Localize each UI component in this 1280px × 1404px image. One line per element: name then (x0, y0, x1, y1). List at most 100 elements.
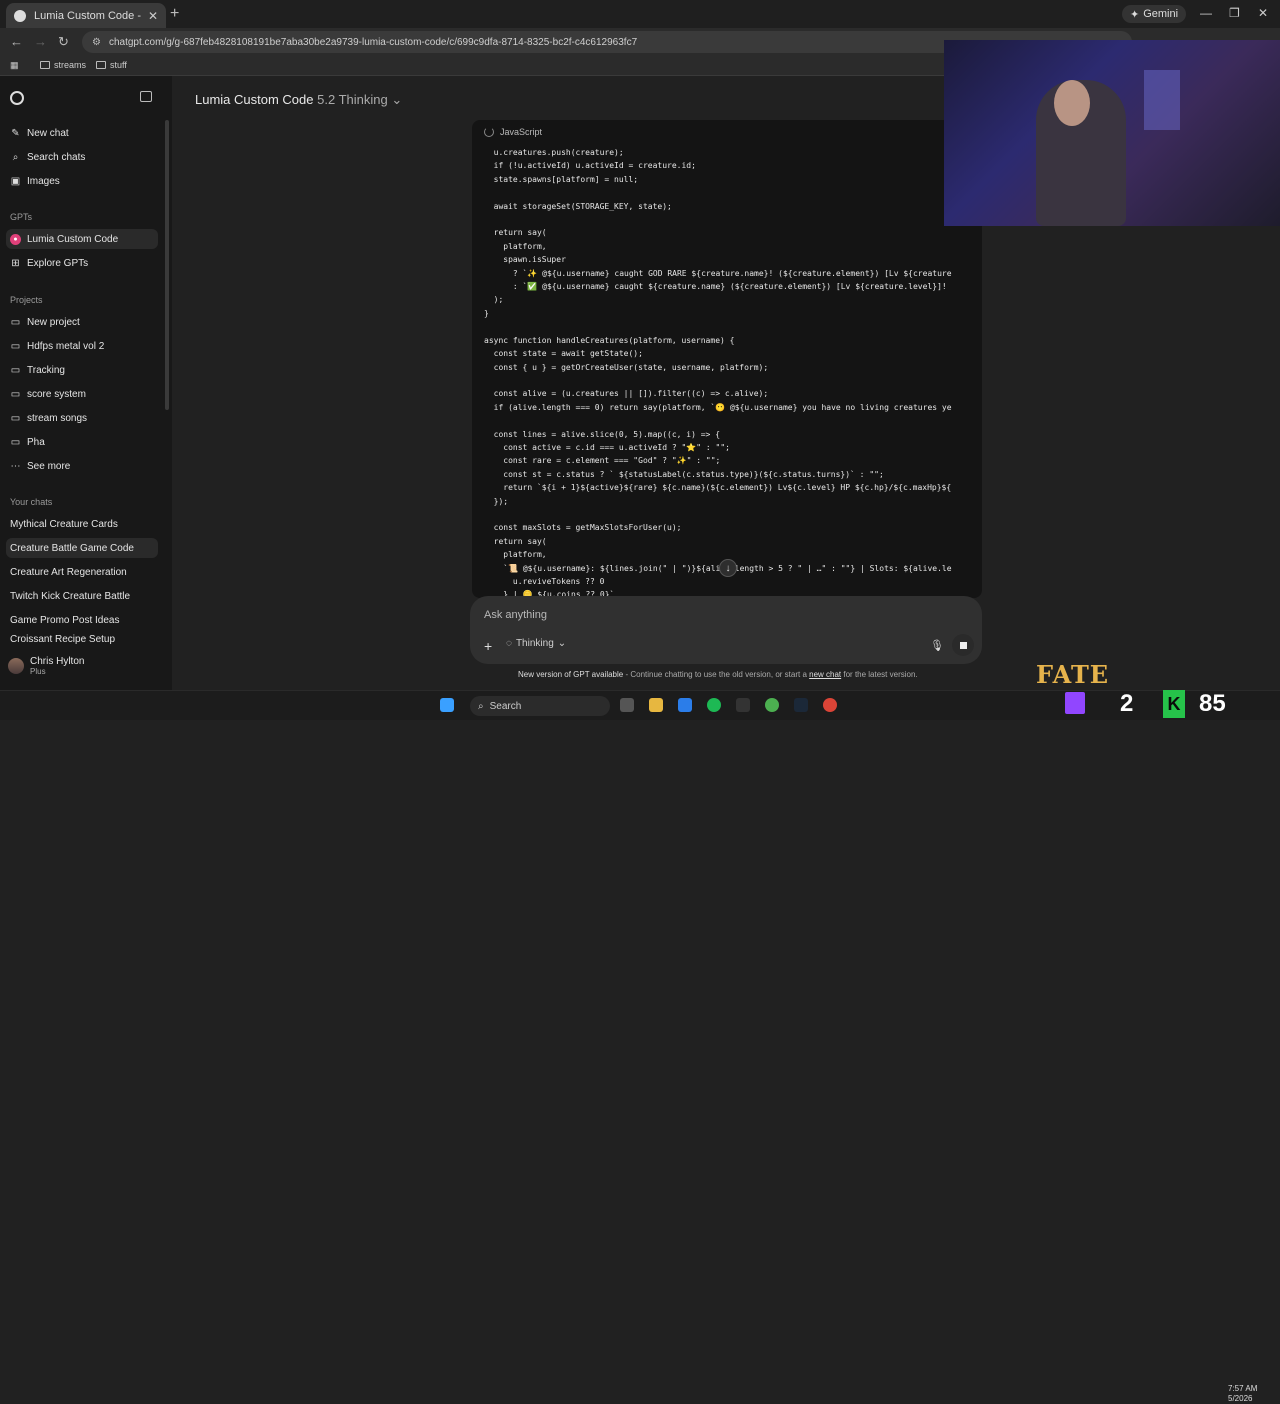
add-attachment-icon[interactable]: + (484, 638, 492, 654)
chat-item-active[interactable]: Creature Battle Game Code (6, 538, 158, 558)
code-line: const maxSlots = getMaxSlotsForUser(u); (484, 523, 682, 533)
bookmark-streams[interactable]: streams (40, 60, 86, 70)
code-line: const lines = alive.slice(0, 5).map((c, … (484, 429, 721, 439)
task-view-icon[interactable] (620, 698, 634, 712)
forward-icon[interactable]: → (34, 34, 47, 49)
apps-grid-icon[interactable]: ▦ (10, 60, 19, 71)
sidebar-toggle-icon[interactable] (140, 91, 152, 102)
sidebar-item-explore-gpts[interactable]: ⊞ Explore GPTs (10, 253, 160, 273)
kick-count: 85 (1199, 690, 1226, 717)
search-icon: ⌕ (478, 700, 484, 712)
openai-logo-icon[interactable] (10, 91, 24, 105)
sidebar-item-search-chats[interactable]: ⌕ Search chats (10, 147, 160, 167)
code-line: const st = c.status ? ` ${statusLabel(c.… (484, 469, 884, 479)
code-line: const rare = c.element === "God" ? "✨" :… (484, 456, 721, 466)
restore-icon[interactable]: ❐ (1229, 6, 1240, 20)
gemini-button[interactable]: ✦ Gemini (1122, 5, 1187, 23)
taskbar-search[interactable]: ⌕ Search (470, 696, 610, 716)
taskbar-clock: 7:57 AM 5/2026 (1228, 1384, 1258, 1403)
gpts-heading: GPTs (10, 212, 33, 222)
folder-icon: ▭ (10, 436, 21, 448)
code-line: ); (484, 295, 504, 305)
chrome-icon[interactable] (765, 698, 779, 712)
site-info-icon[interactable]: ⚙ (92, 37, 101, 48)
new-chat-icon: ✎ (11, 127, 20, 139)
your-chats-heading: Your chats (10, 497, 53, 507)
bookmark-stuff[interactable]: stuff (96, 60, 127, 70)
code-line: async function handleCreatures(platform,… (484, 335, 735, 345)
code-line: return `${i + 1}${active}${rare} ${c.nam… (484, 483, 952, 493)
sidebar-scrollbar[interactable] (165, 120, 169, 410)
chat-item[interactable]: Creature Art Regeneration (10, 562, 160, 582)
gemini-icon: ✦ (1130, 8, 1140, 21)
sidebar-item-new-chat[interactable]: ✎ New chat (10, 123, 160, 143)
stream-logo: FATE (1036, 660, 1110, 689)
chat-item[interactable]: Twitch Kick Creature Battle (10, 586, 160, 606)
sidebar-item-project[interactable]: ▭ Tracking (10, 360, 160, 380)
sidebar-item-new-project[interactable]: ▭ New project (10, 312, 160, 332)
user-name: Chris Hylton (30, 656, 85, 667)
streamer-face (1054, 80, 1090, 126)
model-version: 5.2 Thinking (317, 92, 388, 107)
gemini-label: Gemini (1143, 8, 1179, 20)
url-text: chatgpt.com/g/g-687feb4828108191be7aba30… (108, 36, 638, 48)
start-icon[interactable] (440, 698, 454, 712)
code-line: return say( (484, 228, 547, 238)
stop-generating-button[interactable] (952, 634, 974, 656)
close-tab-icon[interactable]: ✕ (148, 9, 158, 23)
new-tab-icon[interactable]: + (170, 5, 179, 23)
gpt-avatar-icon: ● (10, 233, 21, 245)
reload-icon[interactable]: ↻ (58, 34, 69, 50)
browser-tab[interactable]: Lumia Custom Code - Creature ✕ (6, 3, 166, 28)
code-content: u.creatures.push(creature); if (!u.activ… (484, 146, 982, 598)
code-line: platform, (484, 241, 547, 251)
scroll-to-bottom-button[interactable]: ↓ (719, 559, 737, 577)
model-selector[interactable]: Lumia Custom Code 5.2 Thinking ⌄ (195, 92, 402, 108)
thinking-mode-button[interactable]: ◌ Thinking ⌄ (506, 638, 566, 649)
sidebar-item-project[interactable]: ▭ Pha (10, 432, 160, 452)
code-line: const { u } = getOrCreateUser(state, use… (484, 362, 769, 372)
sidebar-item-project[interactable]: ▭ stream songs (10, 408, 160, 428)
chevron-down-icon: ⌄ (557, 638, 567, 649)
twitch-icon (1065, 692, 1085, 714)
chatgpt-favicon-icon (14, 9, 26, 22)
sidebar-item-project[interactable]: ▭ Hdfps metal vol 2 (10, 336, 160, 356)
message-input[interactable]: Ask anything (484, 609, 547, 621)
hud-app-icon[interactable] (736, 698, 750, 712)
message-composer[interactable]: Ask anything + ◌ Thinking ⌄ 🎙 (470, 596, 982, 664)
sidebar-item-see-more[interactable]: ⋯ See more (10, 456, 160, 476)
sidebar-item-images[interactable]: ▣ Images (10, 171, 160, 191)
tab-title: Lumia Custom Code - Creature (34, 9, 142, 22)
spotify-icon[interactable] (707, 698, 721, 712)
code-line: : `✅ @${u.username} caught ${creature.na… (484, 282, 947, 292)
code-line: u.reviveTokens ?? 0 (484, 577, 605, 586)
sidebar-item-lumia-custom-code[interactable]: ● Lumia Custom Code (6, 229, 158, 249)
arrow-down-icon: ↓ (725, 562, 731, 574)
webcam-overlay (944, 40, 1280, 226)
folder-icon: ▭ (10, 364, 21, 376)
chat-item[interactable]: Croissant Recipe Setup (10, 634, 160, 646)
steam-icon[interactable] (794, 698, 808, 712)
close-window-icon[interactable]: ✕ (1258, 6, 1268, 20)
chrome-active-icon[interactable] (823, 698, 837, 712)
file-explorer-icon[interactable] (649, 698, 663, 712)
new-chat-link[interactable]: new chat (809, 670, 841, 679)
user-profile[interactable]: Chris Hylton Plus (8, 656, 84, 676)
back-icon[interactable]: ← (10, 34, 23, 49)
user-plan: Plus (30, 667, 46, 676)
gpt-title: Lumia Custom Code (195, 92, 314, 107)
chat-item[interactable]: Game Promo Post Ideas (10, 610, 160, 630)
microphone-icon[interactable]: 🎙 (930, 639, 944, 652)
minimize-icon[interactable]: — (1200, 6, 1212, 20)
chevron-down-icon: ⌄ (391, 92, 403, 107)
chat-item[interactable]: Mythical Creature Cards (10, 514, 160, 534)
code-line: spawn.isSuper (484, 255, 566, 265)
sidebar-item-project[interactable]: ▭ score system (10, 384, 160, 404)
app-icon[interactable] (678, 698, 692, 712)
